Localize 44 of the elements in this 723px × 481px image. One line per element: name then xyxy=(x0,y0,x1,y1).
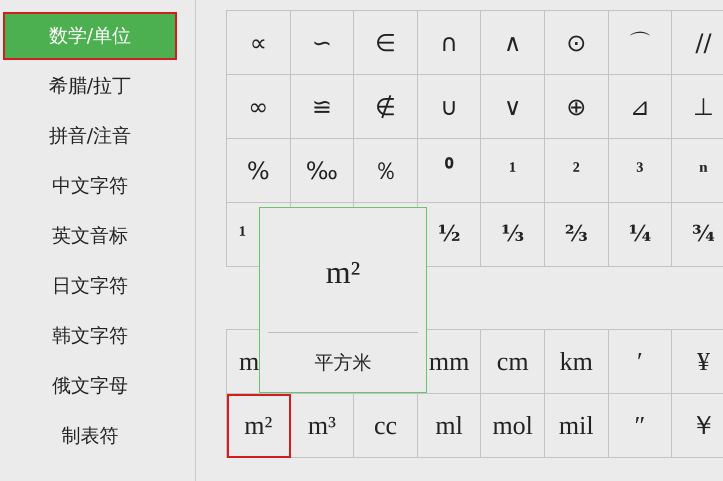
symbol-cell[interactable]: ⌒ xyxy=(608,11,672,75)
symbol-cell[interactable]: ∽ xyxy=(290,11,354,75)
category-tab[interactable]: 希腊/拉丁 xyxy=(3,62,177,110)
symbol-cell[interactable]: ml xyxy=(418,394,482,458)
symbol-cell[interactable]: m² xyxy=(227,394,291,458)
symbol-cell[interactable]: ∪ xyxy=(418,75,482,139)
symbol-cell[interactable]: ⁰ xyxy=(418,139,482,203)
symbol-cell[interactable]: ‰ xyxy=(290,139,354,203)
symbol-cell[interactable]: ⅓ xyxy=(481,203,545,267)
symbol-cell[interactable]: ² xyxy=(544,139,609,203)
symbol-cell[interactable]: cc xyxy=(354,394,418,458)
symbol-cell[interactable]: ³ xyxy=(608,139,672,203)
symbol-cell[interactable]: ⊙ xyxy=(544,11,609,75)
category-tab[interactable]: 中文字符 xyxy=(3,162,177,210)
symbol-cell[interactable]: ⅔ xyxy=(544,203,609,267)
tooltip-name: 平方米 xyxy=(314,351,372,376)
symbol-cell[interactable]: ¹ xyxy=(481,139,545,203)
category-tab[interactable]: 韩文字符 xyxy=(3,312,177,360)
symbol-cell[interactable]: km xyxy=(544,330,609,394)
category-tab[interactable]: 制表符 xyxy=(3,412,177,460)
symbol-cell[interactable]: ≌ xyxy=(290,75,354,139)
symbol-cell[interactable]: ∨ xyxy=(481,75,545,139)
symbol-cell[interactable]: ′ xyxy=(608,330,672,394)
category-tab[interactable]: 拼音/注音 xyxy=(3,112,177,160)
symbol-cell[interactable]: ∧ xyxy=(481,11,545,75)
symbol-cell[interactable]: ％ xyxy=(354,139,418,203)
symbol-cell[interactable]: ¼ xyxy=(608,203,672,267)
category-tab[interactable]: 俄文字母 xyxy=(3,362,177,410)
symbol-cell[interactable]: ∞ xyxy=(227,75,291,139)
symbol-cell[interactable]: mil xyxy=(544,394,609,458)
symbol-cell[interactable]: % xyxy=(227,139,291,203)
symbol-cell[interactable]: ⊿ xyxy=(608,75,672,139)
symbol-cell[interactable]: ∈ xyxy=(354,11,418,75)
symbol-cell[interactable]: ″ xyxy=(608,394,672,458)
symbol-cell[interactable]: ⊕ xyxy=(544,75,609,139)
symbol-cell[interactable]: ∉ xyxy=(354,75,418,139)
symbol-cell[interactable]: mol xyxy=(481,394,545,458)
symbol-cell[interactable]: cm xyxy=(481,330,545,394)
category-tab[interactable]: 日文字符 xyxy=(3,262,177,310)
symbol-cell[interactable]: m³ xyxy=(290,394,354,458)
symbol-cell[interactable]: ∩ xyxy=(418,11,482,75)
tooltip-symbol: m² xyxy=(326,253,360,292)
symbol-cell[interactable]: ∝ xyxy=(227,11,291,75)
category-tab[interactable]: 英文音标 xyxy=(3,212,177,260)
